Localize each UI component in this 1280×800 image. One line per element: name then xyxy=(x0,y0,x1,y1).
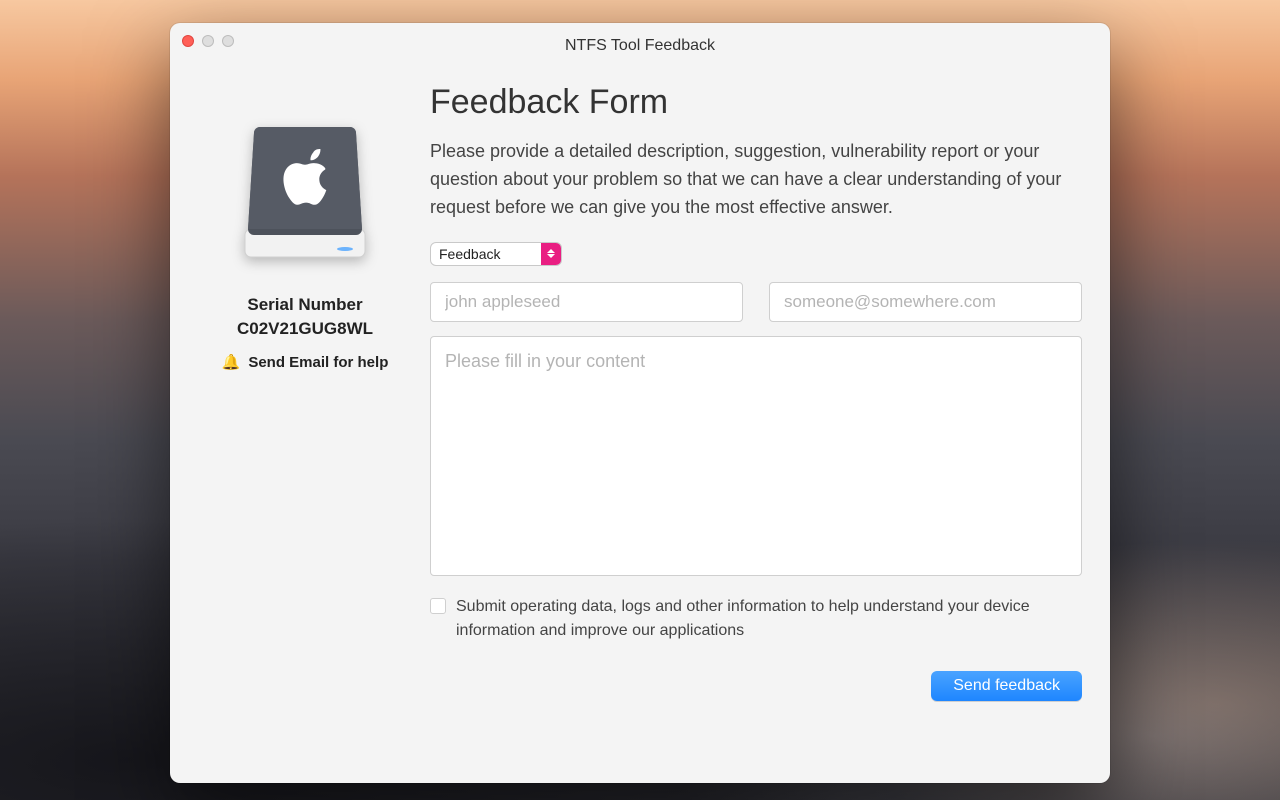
send-email-help-link[interactable]: 🔔 Send Email for help xyxy=(222,353,389,371)
drive-icon xyxy=(230,109,380,269)
serial-number-value: C02V21GUG8WL xyxy=(237,319,373,339)
submit-data-row[interactable]: Submit operating data, logs and other in… xyxy=(430,595,1070,643)
content-textarea[interactable] xyxy=(430,336,1082,576)
bell-icon: 🔔 xyxy=(222,353,241,371)
serial-number-label: Serial Number xyxy=(247,295,362,315)
select-value: Feedback xyxy=(431,243,541,265)
maximize-icon[interactable] xyxy=(222,35,234,47)
feedback-type-select[interactable]: Feedback xyxy=(430,242,562,266)
close-icon[interactable] xyxy=(182,35,194,47)
window-title: NTFS Tool Feedback xyxy=(565,27,715,55)
name-input[interactable] xyxy=(430,282,743,322)
submit-data-label: Submit operating data, logs and other in… xyxy=(456,595,1070,643)
page-title: Feedback Form xyxy=(430,83,1082,122)
titlebar[interactable]: NTFS Tool Feedback xyxy=(170,23,1110,59)
email-input[interactable] xyxy=(769,282,1082,322)
window-controls xyxy=(182,35,234,47)
window-body: Serial Number C02V21GUG8WL 🔔 Send Email … xyxy=(170,59,1110,783)
chevron-up-down-icon xyxy=(541,243,561,265)
page-description: Please provide a detailed description, s… xyxy=(430,138,1070,222)
main-panel: Feedback Form Please provide a detailed … xyxy=(420,79,1082,763)
help-link-label: Send Email for help xyxy=(248,354,388,371)
sidebar: Serial Number C02V21GUG8WL 🔔 Send Email … xyxy=(190,79,420,763)
send-feedback-button[interactable]: Send feedback xyxy=(931,671,1082,701)
submit-data-checkbox[interactable] xyxy=(430,598,446,614)
minimize-icon[interactable] xyxy=(202,35,214,47)
app-window: NTFS Tool Feedback Seria xyxy=(170,23,1110,783)
